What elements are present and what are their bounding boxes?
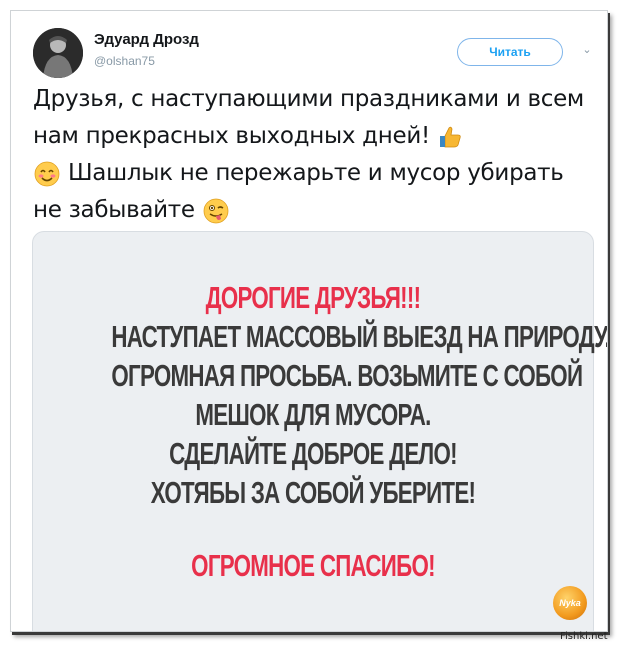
poster-headline: ДОРОГИЕ ДРУЗЬЯ!!! (205, 280, 421, 315)
avatar[interactable] (33, 28, 83, 78)
avatar-photo (33, 28, 83, 78)
poster-line: НАСТУПАЕТ МАССОВЫЙ ВЫЕЗД НА ПРИРОДУ. (111, 319, 608, 354)
author-name[interactable]: Эдуард Дрозд (94, 31, 199, 48)
poster-closing: ОГРОМНОЕ СПАСИБО! (191, 548, 435, 583)
thumbs-up-emoji (439, 126, 461, 147)
tweet-text-part2: Шашлык не пережарьте и мусор убирать не … (33, 160, 564, 223)
poster-image[interactable]: ДОРОГИЕ ДРУЗЬЯ!!! НАСТУПАЕТ МАССОВЫЙ ВЫЕ… (32, 231, 608, 631)
winking-tongue-emoji (203, 198, 229, 223)
poster-line: ОГРОМНАЯ ПРОСЬБА. ВОЗЬМИТЕ С СОБОЙ (111, 358, 583, 393)
tweet-text: Друзья, с наступающими праздниками и все… (33, 81, 593, 229)
poster-line: СДЕЛАЙТЕ ДОБРОЕ ДЕЛО! (169, 436, 457, 471)
smiling-face-emoji (34, 161, 60, 186)
nyka-badge: Nyka (553, 586, 587, 620)
poster-line: МЕШОК ДЛЯ МУСОРА. (195, 397, 431, 432)
follow-button[interactable]: Читать (457, 38, 563, 66)
chevron-down-icon[interactable]: ⌄ (579, 43, 595, 59)
watermark: Fishki.net (560, 631, 608, 642)
author-handle[interactable]: @olshan75 (94, 54, 155, 68)
poster-line: ХОТЯБЫ ЗА СОБОЙ УБЕРИТЕ! (150, 475, 476, 510)
tweet-card: Эдуард Дрозд @olshan75 Читать ⌄ Друзья, … (10, 10, 608, 632)
tweet-text-part1: Друзья, с наступающими праздниками и все… (33, 86, 584, 149)
poster-text: ДОРОГИЕ ДРУЗЬЯ!!! НАСТУПАЕТ МАССОВЫЙ ВЫЕ… (33, 278, 608, 585)
